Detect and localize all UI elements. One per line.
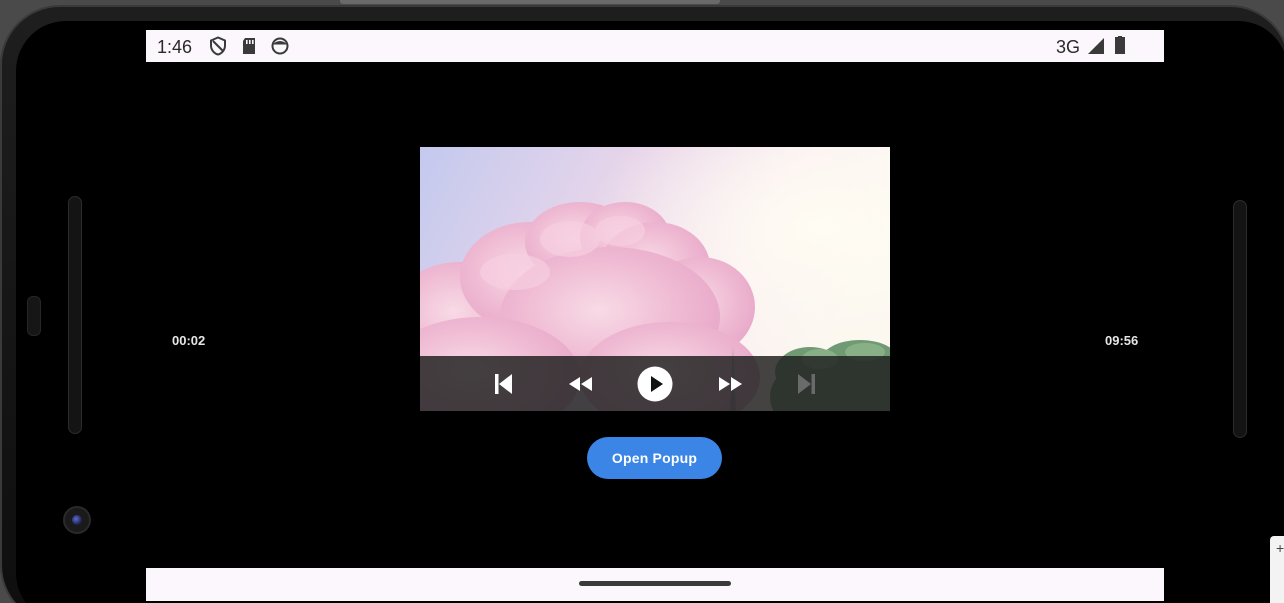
fast-forward-icon[interactable] <box>717 370 745 398</box>
network-type: 3G <box>1056 37 1081 57</box>
remaining-time: 09:56 <box>1105 333 1139 348</box>
status-time: 1:46 <box>157 37 193 57</box>
right-speaker-grille <box>1233 200 1247 438</box>
device-screen: 1:46 3G 00:02 09:56 Open Popup <box>146 30 1164 601</box>
play-icon[interactable] <box>637 366 673 402</box>
top-edge-strip <box>340 0 720 4</box>
plus-icon[interactable]: + <box>1276 540 1284 556</box>
open-popup-button[interactable]: Open Popup <box>587 437 722 479</box>
video-player[interactable] <box>420 147 890 411</box>
battery-icon <box>1115 36 1125 54</box>
left-speaker-grille <box>68 196 82 434</box>
front-camera <box>63 506 91 534</box>
player-controls <box>420 356 890 411</box>
skip-next-icon <box>792 370 820 398</box>
emulator-zoom-control[interactable]: + <box>1270 536 1284 603</box>
navigation-bar <box>146 568 1164 601</box>
rewind-icon[interactable] <box>566 370 594 398</box>
shield-icon <box>210 36 226 56</box>
side-sensor <box>27 296 41 336</box>
elapsed-time: 00:02 <box>172 333 206 348</box>
home-gesture-handle[interactable] <box>579 581 731 586</box>
status-bar: 1:46 3G <box>146 30 1164 62</box>
skip-previous-icon[interactable] <box>490 370 518 398</box>
face-icon <box>271 37 289 55</box>
sd-card-icon <box>243 38 255 54</box>
signal-icon <box>1088 38 1104 54</box>
